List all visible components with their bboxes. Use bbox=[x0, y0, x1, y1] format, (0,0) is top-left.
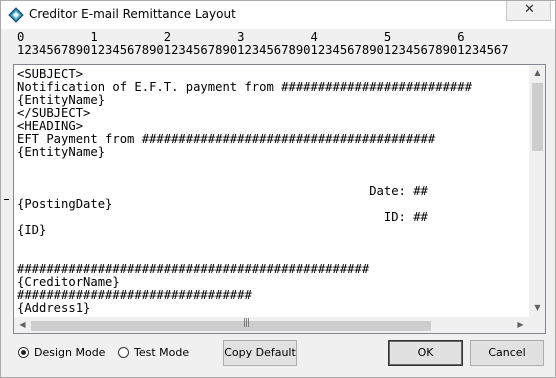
scrollbar-corner bbox=[529, 317, 545, 333]
vertical-scrollbar[interactable]: ▲ ▼ bbox=[529, 65, 545, 317]
vertical-scroll-thumb[interactable] bbox=[532, 83, 543, 151]
title-bar: Creditor E-mail Remittance Layout ✕ bbox=[1, 1, 555, 29]
window-title: Creditor E-mail Remittance Layout bbox=[29, 7, 236, 21]
cancel-button[interactable]: Cancel bbox=[470, 340, 544, 366]
close-icon: ✕ bbox=[524, 2, 535, 17]
ruler-units: 1234567890123456789012345678901234567890… bbox=[17, 43, 509, 57]
horizontal-scroll-thumb[interactable]: ||| bbox=[31, 318, 431, 331]
editor-line: ID: ## bbox=[17, 210, 428, 224]
diamond-app-icon bbox=[8, 7, 24, 23]
close-button[interactable]: ✕ bbox=[506, 1, 551, 21]
design-mode-radio[interactable] bbox=[18, 347, 29, 358]
editor-line: </SUBJECT> bbox=[17, 106, 91, 120]
test-mode-label[interactable]: Test Mode bbox=[134, 346, 189, 359]
ok-button[interactable]: OK bbox=[388, 340, 463, 366]
test-mode-radio[interactable] bbox=[118, 347, 129, 358]
line-marker bbox=[4, 199, 9, 200]
radio-selected-dot bbox=[21, 350, 26, 355]
copy-default-button[interactable]: Copy Default bbox=[223, 340, 297, 366]
horizontal-scrollbar[interactable]: ◀ ||| ▶ bbox=[14, 317, 529, 333]
editor-text-area[interactable]: <SUBJECT> Notification of E.F.T. payment… bbox=[17, 68, 529, 316]
layout-editor[interactable]: <SUBJECT> Notification of E.F.T. payment… bbox=[13, 64, 546, 334]
dialog-window: Creditor E-mail Remittance Layout ✕ 0 1 … bbox=[0, 0, 556, 378]
editor-line: {EntityName} bbox=[17, 93, 106, 107]
scroll-right-icon[interactable]: ▶ bbox=[512, 320, 529, 329]
ruler-tens: 0 1 2 3 4 5 6 bbox=[17, 31, 465, 44]
scroll-up-icon[interactable]: ▲ bbox=[529, 68, 545, 77]
column-ruler: 0 1 2 3 4 5 6 12345678901234567890123456… bbox=[13, 31, 547, 59]
editor-line: {Address1} bbox=[17, 301, 91, 315]
editor-line: ################################ bbox=[17, 288, 252, 302]
design-mode-label[interactable]: Design Mode bbox=[34, 346, 105, 359]
editor-line: {ID} bbox=[17, 223, 47, 237]
scroll-left-icon[interactable]: ◀ bbox=[14, 320, 31, 329]
scroll-down-icon[interactable]: ▼ bbox=[529, 303, 545, 312]
editor-line: {EntityName} bbox=[17, 145, 106, 159]
scroll-grip-icon: ||| bbox=[243, 318, 250, 328]
